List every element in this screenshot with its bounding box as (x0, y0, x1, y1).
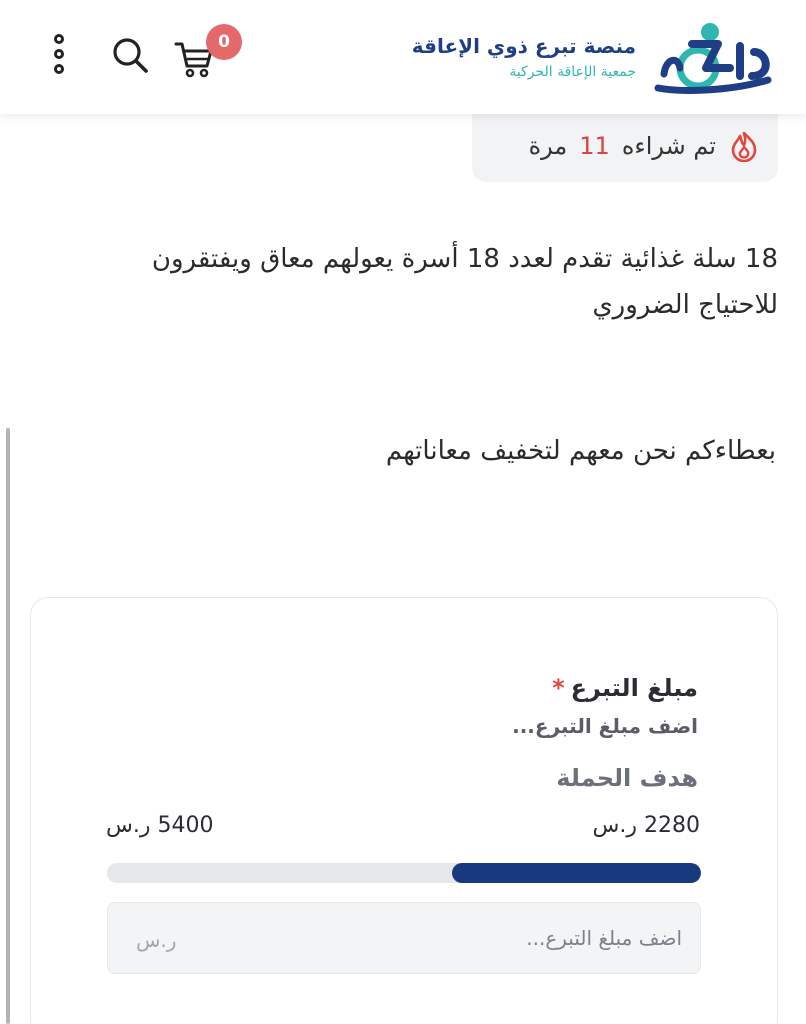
campaign-progress-fill (451, 863, 701, 883)
menu-dots-icon[interactable] (48, 34, 70, 78)
purchase-count: 11 (579, 132, 610, 160)
donation-label-text: مبلغ التبرع (570, 674, 698, 702)
raised-amount: 2280 ر.س (592, 813, 700, 838)
purchase-count-text: تم شراءه 11 مرة (529, 132, 716, 160)
purchase-count-pill: تم شراءه 11 مرة (472, 110, 778, 182)
logo-subtitle: جمعية الإعاقة الحركية (509, 64, 636, 80)
donation-amount-label: مبلغ التبرع* (552, 674, 698, 702)
search-icon[interactable] (110, 36, 154, 76)
product-description: 18 سلة غذائية تقدم لعدد 18 أسرة يعولهم م… (151, 244, 778, 320)
fire-icon (728, 130, 760, 163)
purchase-prefix: تم شراءه (621, 132, 716, 160)
campaign-goal-title: هدف الحملة (556, 764, 698, 792)
currency-suffix: ر.س (136, 928, 177, 952)
product-slogan: بعطاءكم نحن معهم لتخفيف معاناتهم (385, 436, 776, 466)
purchase-suffix: مرة (528, 132, 568, 160)
donation-amount-input[interactable] (107, 902, 701, 974)
goal-amount: 5400 ر.س (106, 813, 214, 838)
top-header: 0 منصة تبرع ذوي الإعاقة جمعية الإعاقة ال… (0, 0, 806, 114)
campaign-progress-bar (107, 863, 701, 883)
logo-title: منصة تبرع ذوي الإعاقة (411, 34, 636, 58)
donation-amount-hint: اضف مبلغ التبرع... (512, 714, 698, 738)
logo-icon[interactable] (648, 18, 780, 96)
logo-text[interactable]: منصة تبرع ذوي الإعاقة جمعية الإعاقة الحر… (412, 34, 636, 80)
cart-count-badge: 0 (206, 24, 242, 60)
scrollbar[interactable] (6, 428, 10, 1024)
required-mark: * (552, 674, 565, 702)
